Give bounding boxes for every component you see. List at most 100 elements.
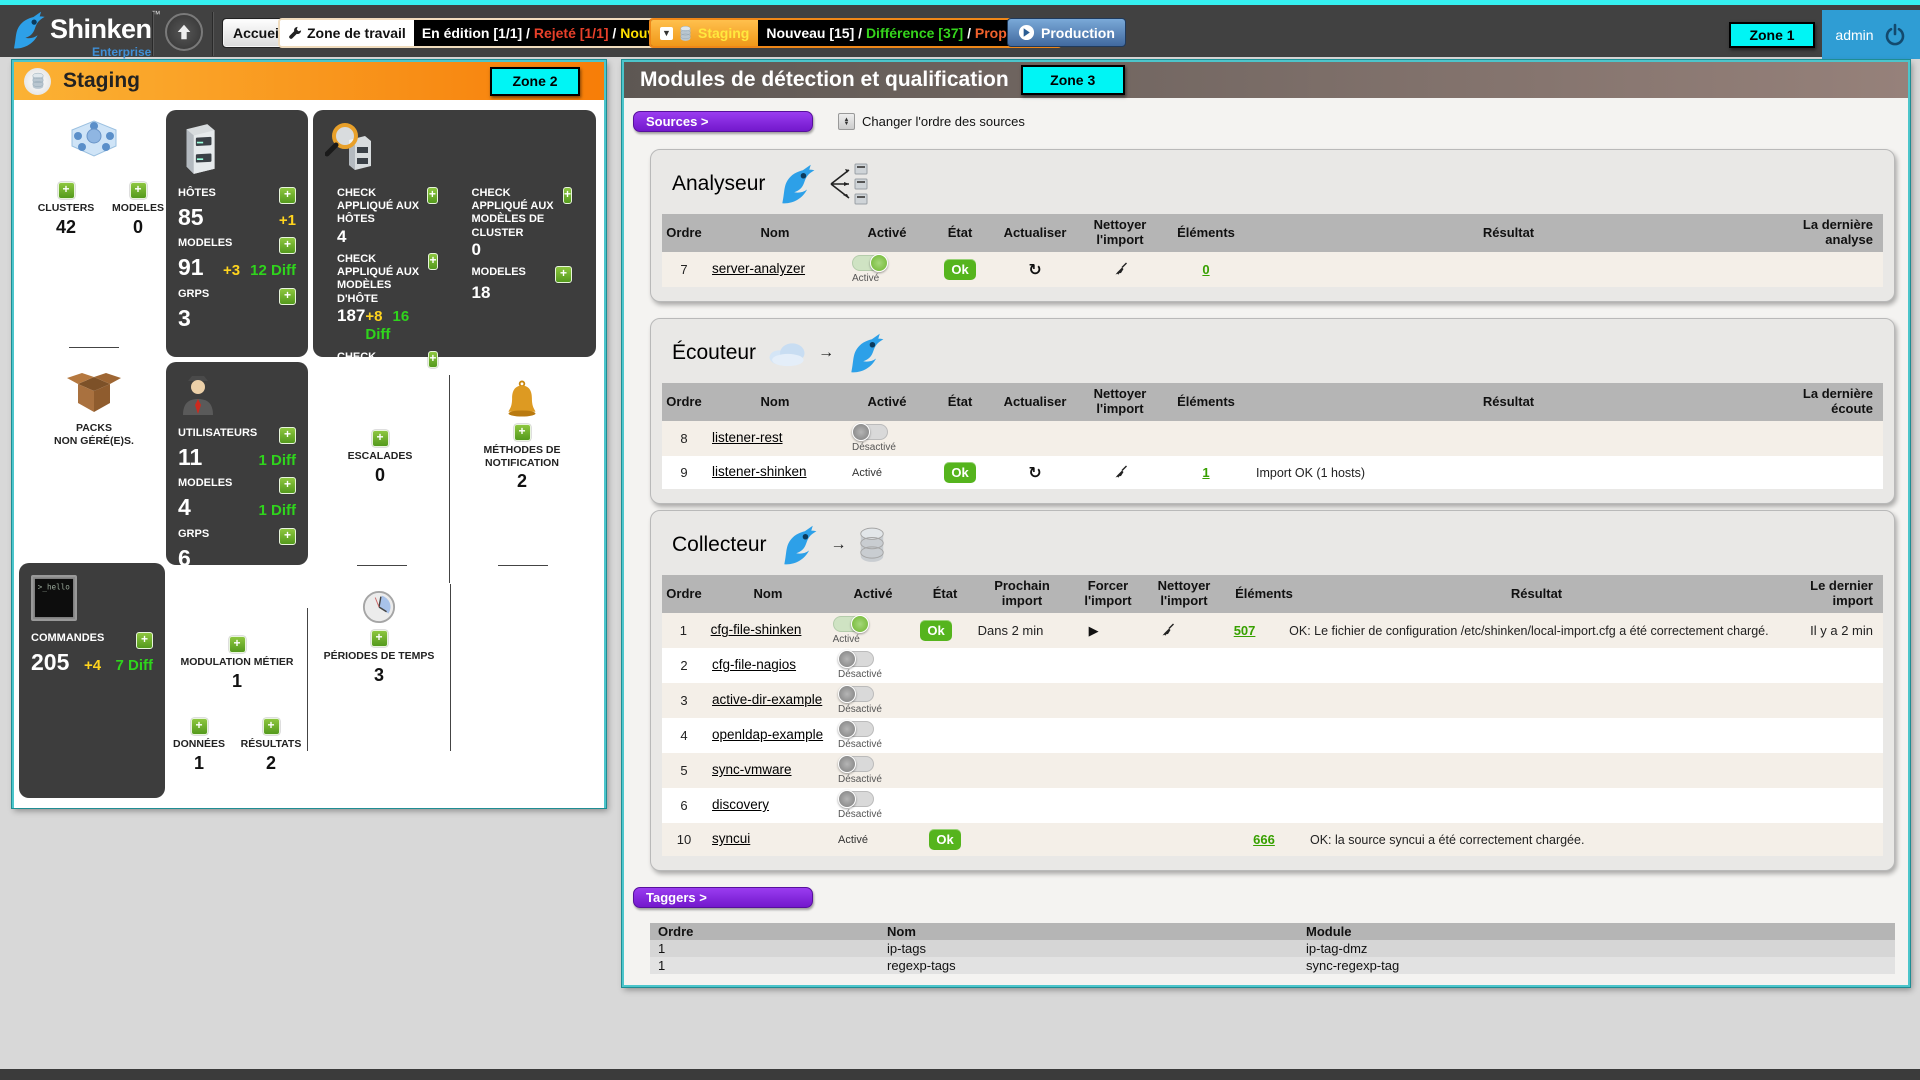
source-name-link[interactable]: listener-shinken (712, 464, 807, 481)
add-button[interactable]: + (279, 187, 296, 204)
add-button[interactable]: + (279, 288, 296, 305)
add-button[interactable]: + (279, 477, 296, 494)
stat-value: 18 (472, 283, 491, 303)
stat-data: + DONNÉES 1 (164, 718, 234, 774)
table-row: 4openldap-exampleDésactivé (662, 718, 1883, 753)
table-row: 10syncuiActivéOk666OK: la source syncui … (662, 823, 1883, 856)
source-name-link[interactable]: server-analyzer (712, 261, 805, 278)
card-stat: CHECK APPLIQUÉ AUX HÔTES+4 (337, 187, 438, 246)
source-name-link[interactable]: cfg-file-shinken (711, 622, 802, 639)
active-toggle[interactable]: Désactivé (838, 756, 882, 785)
toggle-off-icon (838, 791, 874, 807)
modules-panel-title: Modules de détection et qualification (640, 68, 1009, 92)
taggers-button[interactable]: Taggers > (633, 887, 813, 908)
stat-label: UTILISATEURS (178, 427, 257, 440)
source-name-link[interactable]: active-dir-example (712, 692, 822, 709)
zone3-badge: Zone 3 (1021, 65, 1125, 95)
next-import-value (974, 837, 1070, 843)
elements-link[interactable]: 666 (1253, 832, 1275, 847)
clean-import-icon[interactable] (1159, 622, 1176, 639)
column-header: Actualiser (990, 391, 1080, 414)
clock-icon (362, 590, 396, 624)
brand-name: Shinken (50, 14, 152, 44)
refresh-icon[interactable]: ↻ (1028, 463, 1041, 482)
dispatch-servers-icon (829, 162, 885, 206)
arrow-right-icon: → (818, 344, 834, 362)
zone2-badge: Zone 2 (490, 67, 580, 96)
add-button[interactable]: + (279, 427, 296, 444)
add-time-period-button[interactable]: + (371, 630, 388, 647)
production-button[interactable]: Production (1007, 18, 1126, 47)
add-command-button[interactable]: + (136, 632, 153, 649)
toggle-state-label: Désactivé (838, 669, 882, 680)
add-cluster-button[interactable]: + (58, 182, 75, 199)
tagger-module: ip-tag-dmz (1306, 941, 1895, 956)
force-import-icon[interactable]: ▶ (1089, 623, 1099, 639)
elements-link[interactable]: 0 (1202, 262, 1209, 277)
source-name-link[interactable]: openldap-example (712, 727, 823, 744)
table-header: OrdreNomActivéÉtatProchain importForcer … (662, 575, 1883, 613)
shinken-bird-icon (777, 523, 821, 567)
source-name-link[interactable]: sync-vmware (712, 762, 792, 779)
reorder-sources-icon[interactable]: ▲▼ (838, 113, 855, 130)
card-stat: CHECK APPLIQUÉ AUX CLUSTERS+0 (337, 351, 438, 410)
stat-label: MODELES (472, 266, 526, 279)
stat-label: CHECK APPLIQUÉ AUX CLUSTERS (337, 351, 428, 391)
add-modulation-button[interactable]: + (229, 636, 246, 653)
card-stat: CHECK APPLIQUÉ AUX MODÈLES DE CLUSTER+0 (472, 187, 573, 259)
chevron-down-icon[interactable]: ▼ (660, 27, 673, 40)
stat-clusters: + CLUSTERS 42 (30, 182, 102, 238)
add-button[interactable]: + (428, 351, 437, 368)
add-button[interactable]: + (555, 266, 572, 283)
add-data-button[interactable]: + (191, 718, 208, 735)
clean-import-icon[interactable] (1112, 464, 1129, 481)
stat-time-periods: + PÉRIODES DE TEMPS 3 (319, 590, 439, 686)
last-run-value: Il y a 2 min (1771, 620, 1883, 641)
active-toggle[interactable]: Activé (852, 255, 888, 284)
add-button[interactable]: + (563, 187, 572, 204)
arrow-right-icon: → (831, 536, 847, 554)
add-button[interactable]: + (279, 237, 296, 254)
column-header: État (930, 391, 990, 414)
users-card: UTILISATEURS+111 DiffMODELES+41 DiffGRPS… (166, 362, 308, 565)
add-cluster-model-button[interactable]: + (130, 182, 147, 199)
source-name-link[interactable]: syncui (712, 831, 750, 848)
user-menu[interactable]: admin (1822, 10, 1920, 59)
add-button[interactable]: + (279, 528, 296, 545)
source-name-link[interactable]: listener-rest (712, 430, 783, 447)
active-toggle[interactable]: Désactivé (838, 721, 882, 750)
database-icon (857, 526, 887, 564)
add-escalade-button[interactable]: + (372, 430, 389, 447)
elements-link[interactable]: 507 (1234, 623, 1256, 638)
source-name-link[interactable]: discovery (712, 797, 769, 814)
stat-cluster-models: + MODELES 0 (102, 182, 174, 238)
wrench-icon (288, 26, 302, 40)
power-icon[interactable] (1883, 23, 1907, 47)
add-button[interactable]: + (428, 253, 437, 270)
diff-count: 1 Diff (259, 502, 297, 519)
add-result-button[interactable]: + (263, 718, 280, 735)
divider (498, 565, 548, 566)
next-import-value (974, 663, 1070, 669)
active-toggle[interactable]: Désactivé (838, 651, 882, 680)
clean-import-icon[interactable] (1112, 261, 1129, 278)
staging-selector[interactable]: ▼ Staging Nouveau [15] / Différence [37]… (649, 18, 1062, 48)
active-toggle[interactable]: Désactivé (838, 791, 882, 820)
scroll-top-button[interactable] (165, 13, 203, 51)
modules-panel-header: Modules de détection et qualification Zo… (624, 62, 1908, 98)
topbar: Shinken™ Enterprise Accueil Zone de trav… (0, 0, 1920, 57)
packs-box-icon (62, 368, 126, 416)
source-name-link[interactable]: cfg-file-nagios (712, 657, 796, 674)
active-toggle[interactable]: Activé (833, 616, 869, 645)
active-toggle[interactable]: Désactivé (852, 424, 896, 453)
elements-link[interactable]: 1 (1202, 465, 1209, 480)
add-button[interactable]: + (427, 187, 437, 204)
username: admin (1835, 27, 1873, 43)
status-ok-badge: Ok (920, 620, 951, 641)
add-notification-method-button[interactable]: + (514, 424, 531, 441)
column-header: La dernière écoute (1765, 383, 1883, 421)
refresh-icon[interactable]: ↻ (1028, 260, 1041, 279)
active-toggle[interactable]: Désactivé (838, 686, 882, 715)
sources-button[interactable]: Sources > (633, 111, 813, 132)
workzone-widget[interactable]: Zone de travail En édition [1/1] / Rejet… (278, 18, 710, 48)
